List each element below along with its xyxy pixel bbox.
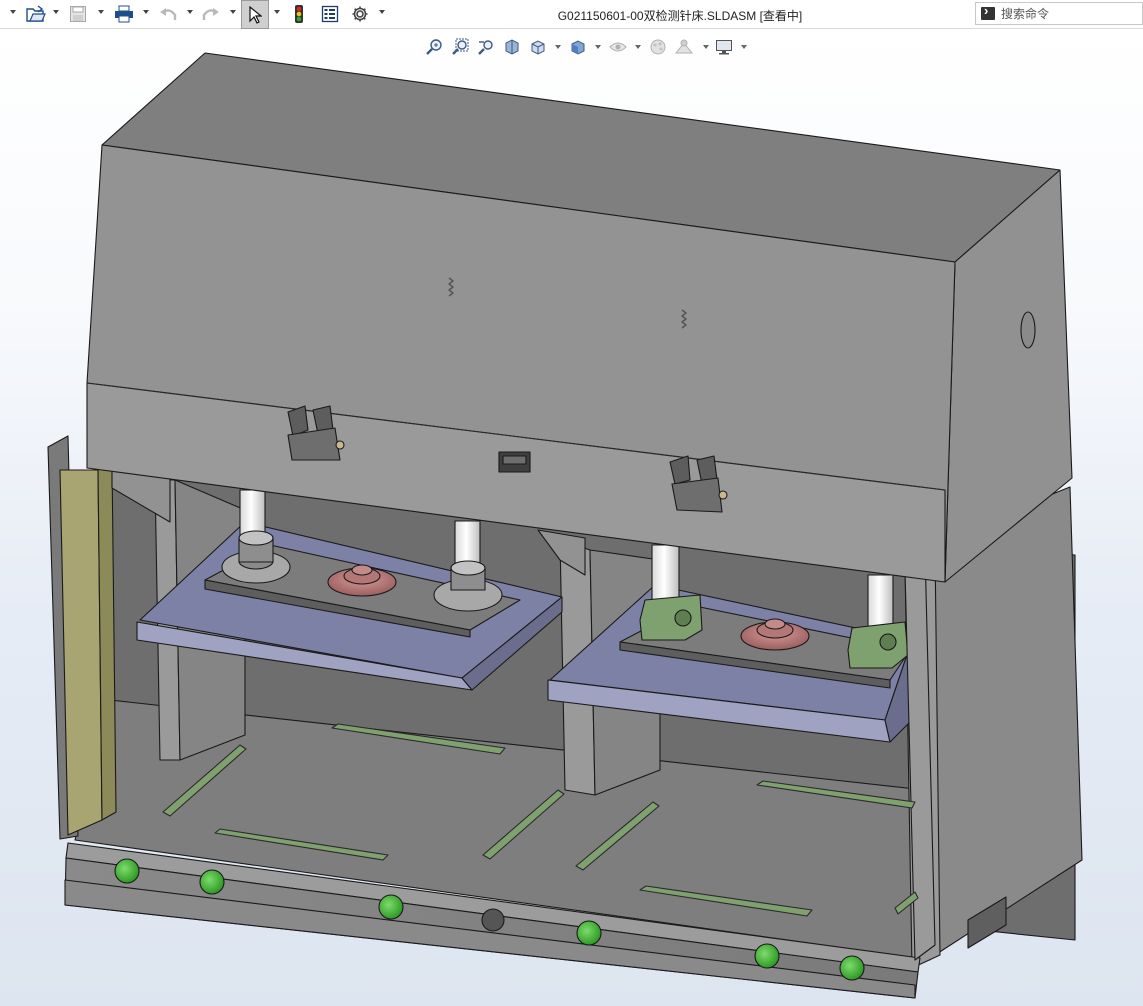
search-input[interactable] <box>1001 5 1141 23</box>
redo-icon[interactable] <box>200 2 222 26</box>
save-icon[interactable] <box>66 2 90 26</box>
front-button-1 <box>114 858 140 884</box>
select-icon[interactable] <box>241 0 269 29</box>
search-commands-box[interactable] <box>975 2 1143 25</box>
command-prompt-icon <box>981 3 995 20</box>
options-dropdown-arrow[interactable] <box>379 10 385 14</box>
select-dropdown-arrow[interactable] <box>274 10 280 14</box>
print-dropdown-arrow[interactable] <box>143 10 149 14</box>
graphics-area[interactable] <box>0 29 1143 1006</box>
front-button-6 <box>754 943 780 969</box>
right-pillow-block-2 <box>847 621 909 669</box>
undo-icon[interactable] <box>157 2 179 26</box>
front-button-3 <box>378 894 404 920</box>
redo-dropdown-arrow[interactable] <box>230 10 236 14</box>
file-properties-icon[interactable] <box>319 2 341 26</box>
options-icon[interactable] <box>349 2 371 26</box>
left-side-rail <box>59 469 103 836</box>
rebuild-icon[interactable] <box>291 2 307 26</box>
solidworks-window: G021150601-00双检测针床.SLDASM [查看中] <box>0 0 1143 1006</box>
title-toolbar: G021150601-00双检测针床.SLDASM [查看中] <box>0 0 1143 29</box>
right-guide-rod-1 <box>651 544 680 606</box>
right-pillow-block-1 <box>639 594 703 641</box>
new-dropdown-arrow[interactable] <box>10 10 16 14</box>
front-button-2 <box>199 869 225 895</box>
print-icon[interactable] <box>112 2 136 26</box>
front-button-4 <box>481 908 505 932</box>
open-icon[interactable] <box>24 2 48 26</box>
front-button-5 <box>576 920 602 946</box>
save-dropdown-arrow[interactable] <box>98 10 104 14</box>
front-button-7 <box>839 955 865 981</box>
open-dropdown-arrow[interactable] <box>53 10 59 14</box>
assembly-model[interactable] <box>0 29 1143 1006</box>
document-title: G021150601-00双检测针床.SLDASM [查看中] <box>557 9 803 23</box>
undo-dropdown-arrow[interactable] <box>187 10 193 14</box>
hood-side-hole <box>1020 311 1036 349</box>
right-guide-rod-2 <box>867 574 894 631</box>
